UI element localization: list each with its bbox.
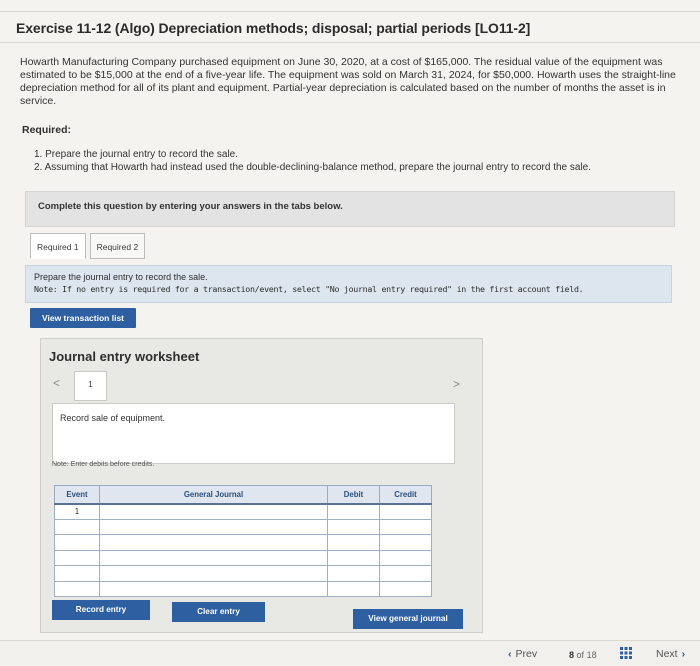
requirements-list: 1. Prepare the journal entry to record t…: [34, 148, 591, 174]
worksheet-entry-tab[interactable]: 1: [74, 371, 107, 401]
problem-text: Howarth Manufacturing Company purchased …: [20, 56, 676, 107]
tab-required-2[interactable]: Required 2: [89, 233, 146, 259]
event-cell: [54, 549, 100, 566]
debit-cell[interactable]: [327, 549, 380, 566]
tab-note-line: Note: If no entry is required for a tran…: [34, 284, 584, 294]
debit-cell[interactable]: [327, 580, 380, 597]
prev-button[interactable]: ‹ Prev: [508, 648, 537, 660]
account-cell[interactable]: [99, 518, 328, 535]
chevron-left-icon[interactable]: <: [53, 376, 60, 390]
event-cell: [54, 534, 100, 551]
table-row: 1: [54, 503, 432, 520]
record-entry-button[interactable]: Record entry: [52, 600, 150, 620]
worksheet-title: Journal entry worksheet: [49, 349, 200, 364]
event-cell: [54, 565, 100, 582]
column-header-debit: Debit: [327, 485, 380, 505]
credit-cell[interactable]: [379, 565, 432, 582]
credit-cell[interactable]: [379, 534, 432, 551]
account-cell[interactable]: [99, 503, 328, 520]
table-row: [54, 534, 432, 551]
debit-cell[interactable]: [327, 565, 380, 582]
table-row: [54, 518, 432, 535]
chevron-right-icon[interactable]: >: [453, 377, 460, 391]
exercise-title: Exercise 11-12 (Algo) Depreciation metho…: [16, 20, 531, 36]
chevron-left-icon: ‹: [508, 648, 512, 660]
event-cell: [54, 580, 100, 597]
table-row: [54, 565, 432, 582]
requirement-2: 2. Assuming that Howarth had instead use…: [34, 162, 592, 173]
top-divider: [0, 11, 700, 12]
entry-description-box: Record sale of equipment.: [52, 403, 455, 464]
page-current: 8: [569, 650, 575, 660]
table-row: [54, 549, 432, 566]
prev-label: Prev: [515, 648, 538, 660]
credit-cell[interactable]: [379, 580, 432, 597]
debit-cell[interactable]: [327, 518, 380, 535]
column-header-event: Event: [54, 485, 100, 505]
event-cell: 1: [54, 503, 100, 520]
grid-icon[interactable]: [620, 647, 632, 659]
debit-cell[interactable]: [327, 503, 380, 520]
debit-cell[interactable]: [327, 534, 380, 551]
chevron-right-icon: ›: [681, 648, 686, 660]
requirement-1: 1. Prepare the journal entry to record t…: [34, 149, 239, 160]
table-row: [54, 580, 432, 597]
next-label: Next: [656, 648, 678, 660]
requirement-tabs: Required 1 Required 2: [30, 233, 149, 259]
view-general-journal-button[interactable]: View general journal: [353, 609, 463, 629]
instruction-bar: Complete this question by entering your …: [25, 191, 675, 227]
tab-instruction-line: Prepare the journal entry to record the …: [34, 272, 208, 282]
account-cell[interactable]: [99, 549, 328, 566]
journal-table: Event General Journal Debit Credit 1: [54, 485, 432, 597]
page-total: 18: [586, 650, 597, 660]
credit-cell[interactable]: [379, 518, 432, 535]
debits-note: Note: Enter debits before credits.: [52, 461, 155, 468]
account-cell[interactable]: [99, 565, 328, 582]
credit-cell[interactable]: [379, 503, 432, 520]
tab-instructions: Prepare the journal entry to record the …: [25, 265, 672, 303]
column-header-general-journal: General Journal: [99, 485, 328, 505]
required-heading: Required:: [22, 124, 72, 136]
tab-required-1[interactable]: Required 1: [30, 233, 86, 259]
page-indicator: 8 of 18: [569, 650, 597, 660]
journal-header-row: Event General Journal Debit Credit: [54, 485, 432, 505]
instruction-text: Complete this question by entering your …: [38, 201, 343, 212]
column-header-credit: Credit: [379, 485, 432, 505]
event-cell: [54, 518, 100, 535]
next-button[interactable]: Next ›: [656, 648, 685, 660]
account-cell[interactable]: [99, 534, 328, 551]
account-cell[interactable]: [99, 580, 328, 597]
title-divider: [0, 42, 700, 43]
entry-description: Record sale of equipment.: [60, 413, 166, 423]
credit-cell[interactable]: [379, 549, 432, 566]
page: Exercise 11-12 (Algo) Depreciation metho…: [0, 0, 700, 666]
view-transaction-list-button[interactable]: View transaction list: [30, 308, 136, 328]
clear-entry-button[interactable]: Clear entry: [172, 602, 265, 622]
page-separator: of: [576, 650, 585, 660]
journal-entry-worksheet: Journal entry worksheet < 1 > Record sal…: [40, 338, 483, 633]
